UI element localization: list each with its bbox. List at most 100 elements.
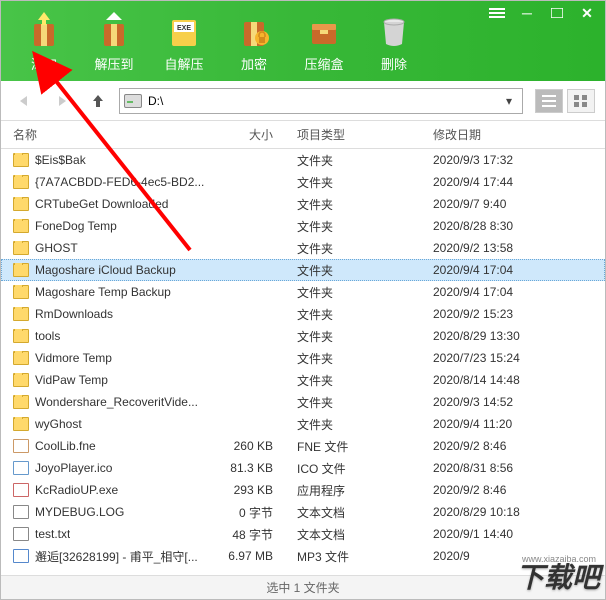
- file-date: 2020/9/4 17:04: [421, 285, 605, 299]
- file-name-cell: Wondershare_RecoveritVide...: [1, 395, 221, 409]
- file-row[interactable]: $Eis$Bak文件夹2020/9/3 17:32: [1, 149, 605, 171]
- file-date: 2020/9/2 15:23: [421, 307, 605, 321]
- back-button[interactable]: [11, 89, 41, 113]
- encrypt-label: 加密: [241, 54, 267, 73]
- add-button[interactable]: 添加: [9, 8, 79, 75]
- main-toolbar: 添加 解压到 EXE 自解压: [1, 1, 605, 81]
- file-size: 260 KB: [221, 439, 281, 453]
- file-date: 2020/9: [421, 549, 605, 563]
- file-row[interactable]: Magoshare Temp Backup 文件夹2020/9/4 17:04: [1, 281, 605, 303]
- file-type: 文件夹: [281, 350, 421, 367]
- file-icon: [13, 527, 29, 541]
- archive-box-icon: [304, 10, 344, 50]
- sfx-label: 自解压: [164, 54, 203, 73]
- file-explorer: 名称 大小 项目类型 修改日期 $Eis$Bak文件夹2020/9/3 17:3…: [1, 121, 605, 575]
- file-row[interactable]: wyGhost文件夹2020/9/4 11:20: [1, 413, 605, 435]
- file-date: 2020/8/29 13:30: [421, 329, 605, 343]
- file-name-cell: KcRadioUP.exe: [1, 483, 221, 497]
- file-size: 293 KB: [221, 483, 281, 497]
- file-name: Wondershare_RecoveritVide...: [35, 395, 198, 409]
- file-date: 2020/9/4 17:44: [421, 175, 605, 189]
- file-row[interactable]: JoyoPlayer.ico81.3 KBICO 文件2020/8/31 8:5…: [1, 457, 605, 479]
- file-size: 6.97 MB: [221, 549, 281, 563]
- file-row[interactable]: tools文件夹2020/8/29 13:30: [1, 325, 605, 347]
- column-header-size[interactable]: 大小: [221, 126, 281, 143]
- file-name: Magoshare iCloud Backup: [35, 263, 176, 277]
- file-row[interactable]: GHOST文件夹2020/9/2 13:58: [1, 237, 605, 259]
- minimize-button[interactable]: ─: [515, 5, 539, 21]
- file-name: $Eis$Bak: [35, 153, 86, 167]
- column-header-date[interactable]: 修改日期: [421, 126, 605, 143]
- file-type: ICO 文件: [281, 460, 421, 477]
- file-type: MP3 文件: [281, 548, 421, 565]
- file-name-cell: $Eis$Bak: [1, 153, 221, 167]
- file-name: wyGhost: [35, 417, 82, 431]
- folder-icon: [13, 395, 29, 409]
- file-name-cell: Magoshare iCloud Backup: [1, 263, 221, 277]
- file-type: 文件夹: [281, 262, 421, 279]
- delete-button[interactable]: 删除: [359, 8, 429, 75]
- file-icon: [13, 549, 29, 563]
- folder-icon: [13, 219, 29, 233]
- file-row[interactable]: CoolLib.fne260 KBFNE 文件2020/9/2 8:46: [1, 435, 605, 457]
- file-size: 0 字节: [221, 504, 281, 521]
- file-name: {7A7ACBDD-FED6-4ec5-BD2...: [35, 175, 204, 189]
- sfx-icon: EXE: [164, 10, 204, 50]
- file-type: FNE 文件: [281, 438, 421, 455]
- file-name: Magoshare Temp Backup: [35, 285, 171, 299]
- file-name: CoolLib.fne: [35, 439, 96, 453]
- file-list[interactable]: $Eis$Bak文件夹2020/9/3 17:32{7A7ACBDD-FED6-…: [1, 149, 605, 575]
- column-header-name[interactable]: 名称: [1, 126, 221, 143]
- file-icon: [13, 483, 29, 497]
- file-date: 2020/9/4 17:04: [421, 263, 605, 277]
- forward-button[interactable]: [47, 89, 77, 113]
- file-date: 2020/9/4 11:20: [421, 417, 605, 431]
- extract-icon: [94, 10, 134, 50]
- file-row[interactable]: Magoshare iCloud Backup 文件夹2020/9/4 17:04: [1, 259, 605, 281]
- file-type: 文件夹: [281, 284, 421, 301]
- file-type: 文件夹: [281, 174, 421, 191]
- file-row[interactable]: Vidmore Temp 文件夹2020/7/23 15:24: [1, 347, 605, 369]
- file-name-cell: Vidmore Temp: [1, 351, 221, 365]
- file-row[interactable]: FoneDog Temp文件夹2020/8/28 8:30: [1, 215, 605, 237]
- menu-button[interactable]: [485, 5, 509, 21]
- trash-icon: [374, 10, 414, 50]
- file-row[interactable]: CRTubeGet Downloaded文件夹2020/9/7 9:40: [1, 193, 605, 215]
- file-row[interactable]: test.txt48 字节文本文档2020/9/1 14:40: [1, 523, 605, 545]
- file-name-cell: MYDEBUG.LOG: [1, 505, 221, 519]
- file-row[interactable]: 邂逅[32628199] - 甫平_相守[...6.97 MBMP3 文件202…: [1, 545, 605, 567]
- file-name: GHOST: [35, 241, 78, 255]
- encrypt-button[interactable]: 加密: [219, 8, 289, 75]
- path-dropdown-icon[interactable]: ▾: [500, 94, 518, 108]
- file-row[interactable]: RmDownloads文件夹2020/9/2 15:23: [1, 303, 605, 325]
- encrypt-icon: [234, 10, 274, 50]
- close-button[interactable]: ✕: [575, 5, 599, 21]
- file-name: VidPaw Temp: [35, 373, 108, 387]
- extract-button[interactable]: 解压到: [79, 8, 149, 75]
- archive-box-button[interactable]: 压缩盒: [289, 8, 359, 75]
- file-date: 2020/7/23 15:24: [421, 351, 605, 365]
- file-row[interactable]: Wondershare_RecoveritVide...文件夹2020/9/3 …: [1, 391, 605, 413]
- file-date: 2020/8/31 8:56: [421, 461, 605, 475]
- archive-box-label: 压缩盒: [304, 54, 343, 73]
- column-header-row: 名称 大小 项目类型 修改日期: [1, 121, 605, 149]
- maximize-button[interactable]: [545, 5, 569, 21]
- file-name: tools: [35, 329, 60, 343]
- up-button[interactable]: [83, 89, 113, 113]
- file-type: 文件夹: [281, 306, 421, 323]
- file-name-cell: JoyoPlayer.ico: [1, 461, 221, 475]
- path-input[interactable]: D:\ ▾: [119, 88, 523, 114]
- grid-view-button[interactable]: [567, 89, 595, 113]
- list-view-button[interactable]: [535, 89, 563, 113]
- file-row[interactable]: KcRadioUP.exe293 KB应用程序2020/9/2 8:46: [1, 479, 605, 501]
- drive-icon: [124, 94, 142, 108]
- column-header-type[interactable]: 项目类型: [281, 126, 421, 143]
- file-row[interactable]: {7A7ACBDD-FED6-4ec5-BD2... 文件夹2020/9/4 17…: [1, 171, 605, 193]
- file-icon: [13, 439, 29, 453]
- file-row[interactable]: MYDEBUG.LOG0 字节文本文档2020/8/29 10:18: [1, 501, 605, 523]
- folder-icon: [13, 285, 29, 299]
- file-date: 2020/9/3 14:52: [421, 395, 605, 409]
- sfx-button[interactable]: EXE 自解压: [149, 8, 219, 75]
- folder-icon: [13, 307, 29, 321]
- file-row[interactable]: VidPaw Temp文件夹2020/8/14 14:48: [1, 369, 605, 391]
